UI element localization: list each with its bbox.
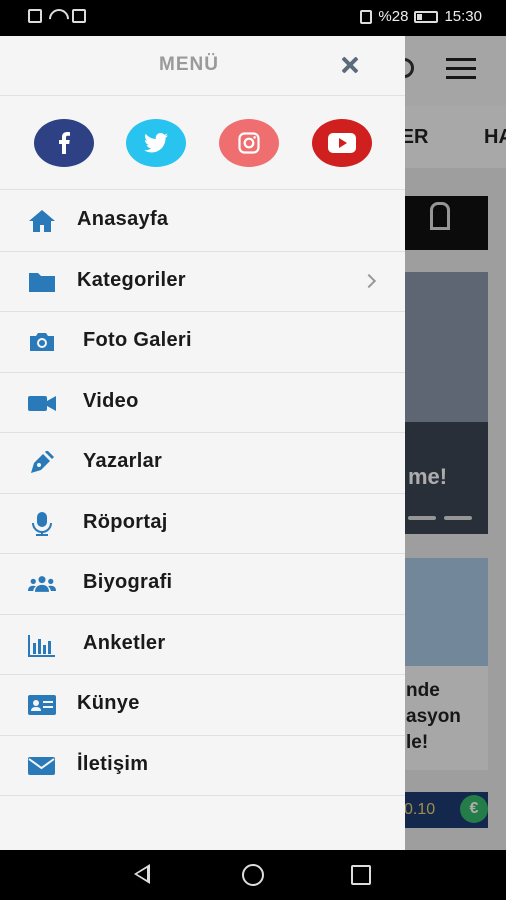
bar-chart-icon <box>28 634 55 657</box>
menu-label: Video <box>83 389 139 412</box>
menu-item-kunye[interactable]: Künye <box>0 675 405 736</box>
drawer-menu: Anasayfa Kategoriler Foto Galeri Video Y… <box>0 191 405 796</box>
youtube-icon <box>328 133 356 153</box>
camera-icon <box>30 333 54 351</box>
status-bar: %28 15:30 <box>0 0 506 36</box>
menu-item-anasayfa[interactable]: Anasayfa <box>0 191 405 252</box>
wifi-icon <box>48 9 66 23</box>
recent-apps-icon[interactable] <box>351 865 371 885</box>
menu-label: Kategoriler <box>77 268 186 291</box>
video-camera-icon <box>28 395 56 411</box>
twitter-icon <box>144 133 168 153</box>
users-icon <box>28 576 56 592</box>
twitter-button[interactable] <box>126 119 186 167</box>
menu-label: Röportaj <box>83 510 168 533</box>
folder-icon <box>29 272 55 292</box>
menu-label: Anasayfa <box>77 208 169 230</box>
menu-item-kategoriler[interactable]: Kategoriler <box>0 252 405 312</box>
pen-icon <box>31 451 54 473</box>
drawer-header: MENÜ <box>0 36 405 96</box>
menu-label: Biyografi <box>83 571 173 593</box>
home-button-icon[interactable] <box>242 864 264 886</box>
menu-label: Künye <box>77 692 140 714</box>
social-links <box>0 97 405 190</box>
sim-icon <box>28 9 42 23</box>
menu-label: Foto Galeri <box>83 329 192 351</box>
microphone-icon <box>32 511 52 536</box>
chevron-right-icon <box>361 273 377 288</box>
battery-percent: %28 <box>378 8 409 25</box>
menu-item-roportaj[interactable]: Röportaj <box>0 494 405 554</box>
close-icon[interactable] <box>336 52 364 80</box>
system-nav-bar <box>0 850 506 900</box>
menu-item-iletisim[interactable]: İletişim <box>0 736 405 796</box>
home-icon <box>29 210 55 232</box>
battery-icon <box>414 10 439 23</box>
id-card-icon <box>28 695 56 715</box>
facebook-button[interactable] <box>34 119 94 167</box>
drawer-title: MENÜ <box>159 54 219 75</box>
menu-item-video[interactable]: Video <box>0 373 405 433</box>
menu-label: Yazarlar <box>83 450 163 472</box>
menu-item-yazarlar[interactable]: Yazarlar <box>0 433 405 494</box>
back-icon[interactable] <box>134 864 150 884</box>
menu-label: Anketler <box>83 631 166 654</box>
facebook-icon <box>59 132 70 154</box>
menu-label: İletişim <box>77 752 149 775</box>
battery-fill <box>417 13 423 20</box>
navigation-drawer: MENÜ Anasayfa Kategoriler Foto Galeri Vi… <box>0 36 405 850</box>
clock: 15:30 <box>444 8 482 25</box>
youtube-button[interactable] <box>312 119 372 167</box>
menu-item-foto-galeri[interactable]: Foto Galeri <box>0 312 405 373</box>
status-icons-right: %28 15:30 <box>360 8 482 25</box>
menu-item-anketler[interactable]: Anketler <box>0 615 405 675</box>
envelope-icon <box>28 756 55 775</box>
vibrate-icon <box>360 9 373 24</box>
status-icons-left <box>28 9 86 23</box>
instagram-icon <box>238 132 260 154</box>
menu-item-biyografi[interactable]: Biyografi <box>0 554 405 615</box>
nfc-icon <box>72 9 86 23</box>
instagram-button[interactable] <box>219 119 279 167</box>
